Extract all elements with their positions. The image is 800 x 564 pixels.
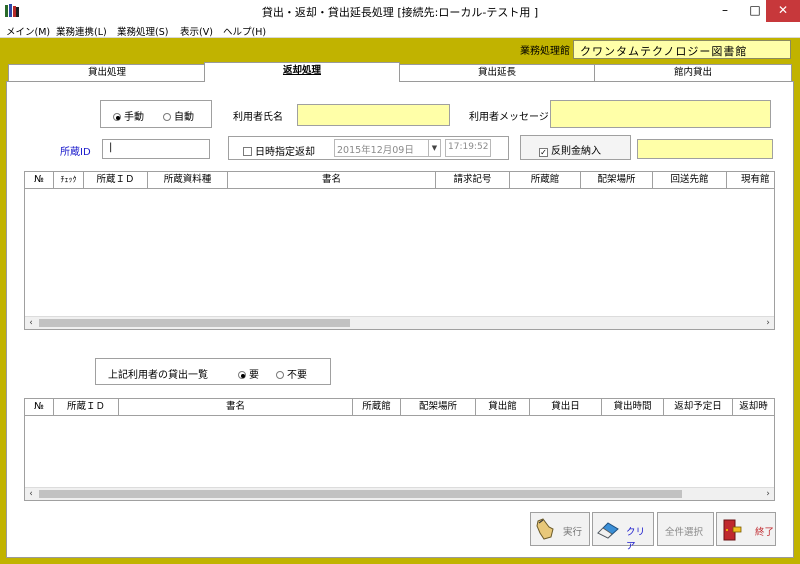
holding-id-input[interactable]: |	[102, 139, 210, 159]
minimize-icon[interactable]: –	[710, 0, 740, 22]
radio-manual[interactable]: 手動	[113, 108, 144, 123]
col-loan-date[interactable]: 貸出日	[530, 399, 602, 415]
date-return-checkbox[interactable]: 日時指定返却	[243, 143, 315, 158]
title-bar: 貸出・返却・貸出延長処理 [接続先:ローカル-テスト用 ] – □ ✕	[0, 0, 800, 22]
horizontal-scrollbar[interactable]: ‹ ›	[25, 487, 774, 500]
scroll-thumb[interactable]	[39, 490, 682, 498]
exit-button[interactable]: 終了	[716, 512, 776, 546]
time-field[interactable]: 17:19:52	[445, 139, 491, 157]
menu-view[interactable]: 表示(V)	[180, 24, 213, 38]
col-due-date[interactable]: 返却予定日	[664, 399, 733, 415]
branch-value: クワンタムテクノロジー図書館	[573, 40, 791, 59]
col-holding-id[interactable]: 所蔵ＩＤ	[54, 399, 119, 415]
clear-button[interactable]: クリア	[592, 512, 654, 552]
menu-bar: メイン(M) 業務連携(L) 業務処理(S) 表示(V) ヘルプ(H)	[0, 22, 800, 38]
user-message-field[interactable]	[550, 100, 771, 128]
col-title[interactable]: 書名	[119, 399, 353, 415]
col-forward-library[interactable]: 回送先館	[653, 172, 727, 188]
tab-extend[interactable]: 貸出延長	[398, 64, 596, 81]
col-no[interactable]: №	[25, 399, 54, 415]
loan-list-grid[interactable]: № 所蔵ＩＤ 書名 所蔵館 配架場所 貸出館 貸出日 貸出時間 返却予定日 返却…	[24, 398, 775, 501]
mode-radio-group: 手動 自動	[100, 100, 212, 128]
scroll-left-icon[interactable]: ‹	[25, 317, 37, 329]
scroll-right-icon[interactable]: ›	[762, 488, 774, 500]
date-picker[interactable]: 2015年12月09日 ▼	[334, 139, 441, 157]
grid-header: № ﾁｪｯｸ 所蔵ＩＤ 所蔵資料種 書名 請求記号 所蔵館 配架場所 回送先館 …	[25, 172, 774, 189]
exit-door-icon	[723, 519, 742, 541]
branch-label: 業務処理館	[520, 46, 570, 57]
date-return-group: 日時指定返却 2015年12月09日 ▼ 17:19:52	[228, 136, 509, 160]
radio-required[interactable]: 要	[238, 366, 259, 381]
col-holding-library[interactable]: 所蔵館	[510, 172, 581, 188]
grid-header: № 所蔵ＩＤ 書名 所蔵館 配架場所 貸出館 貸出日 貸出時間 返却予定日 返却…	[25, 399, 774, 416]
return-items-grid[interactable]: № ﾁｪｯｸ 所蔵ＩＤ 所蔵資料種 書名 請求記号 所蔵館 配架場所 回送先館 …	[24, 171, 775, 330]
tab-loan[interactable]: 貸出処理	[8, 64, 206, 81]
user-name-field[interactable]	[297, 104, 450, 126]
col-no[interactable]: №	[25, 172, 54, 188]
col-material-type[interactable]: 所蔵資料種	[148, 172, 228, 188]
col-holding-library[interactable]: 所蔵館	[353, 399, 401, 415]
col-shelf-location[interactable]: 配架場所	[581, 172, 653, 188]
col-title[interactable]: 書名	[228, 172, 436, 188]
col-loan-library[interactable]: 貸出館	[476, 399, 530, 415]
col-return-time[interactable]: 返却時	[733, 399, 774, 415]
penalty-checkbox[interactable]: ✓ 反則金納入	[539, 142, 601, 157]
app-books-icon	[5, 4, 19, 17]
tab-return[interactable]: 返却処理	[204, 62, 400, 82]
tab-in-library[interactable]: 館内貸出	[594, 64, 792, 81]
radio-auto[interactable]: 自動	[163, 108, 194, 123]
eraser-icon	[597, 522, 619, 539]
user-message-label: 利用者メッセージ	[469, 112, 549, 123]
col-call-number[interactable]: 請求記号	[436, 172, 510, 188]
scroll-thumb[interactable]	[39, 319, 350, 327]
menu-business-link[interactable]: 業務連携(L)	[56, 24, 107, 38]
scroll-right-icon[interactable]: ›	[762, 317, 774, 329]
execute-button[interactable]: 実行	[530, 512, 590, 546]
menu-main[interactable]: メイン(M)	[6, 24, 50, 38]
horizontal-scrollbar[interactable]: ‹ ›	[25, 316, 774, 329]
menu-business-process[interactable]: 業務処理(S)	[117, 24, 168, 38]
scroll-left-icon[interactable]: ‹	[25, 488, 37, 500]
dropdown-arrow-icon[interactable]: ▼	[428, 140, 440, 156]
col-shelf-location[interactable]: 配架場所	[401, 399, 476, 415]
col-holding-id[interactable]: 所蔵ＩＤ	[84, 172, 148, 188]
penalty-amount-field[interactable]	[637, 139, 773, 159]
radio-not-required[interactable]: 不要	[276, 366, 307, 381]
window-title: 貸出・返却・貸出延長処理 [接続先:ローカル-テスト用 ]	[261, 6, 539, 19]
col-loan-time[interactable]: 貸出時間	[602, 399, 664, 415]
col-current-library[interactable]: 現有館	[727, 172, 774, 188]
close-icon[interactable]: ✕	[766, 0, 800, 22]
user-name-label: 利用者氏名	[233, 112, 283, 123]
holding-id-label: 所蔵ID	[60, 147, 91, 158]
penalty-checkbox-group[interactable]: ✓ 反則金納入	[520, 135, 631, 160]
menu-help[interactable]: ヘルプ(H)	[223, 24, 266, 38]
hand-pointer-icon	[536, 518, 554, 540]
col-check[interactable]: ﾁｪｯｸ	[54, 172, 84, 188]
loan-list-group: 上記利用者の貸出一覧 要 不要	[95, 358, 331, 385]
loan-list-label: 上記利用者の貸出一覧	[108, 370, 208, 381]
select-all-button[interactable]: 全件選択	[657, 512, 714, 546]
